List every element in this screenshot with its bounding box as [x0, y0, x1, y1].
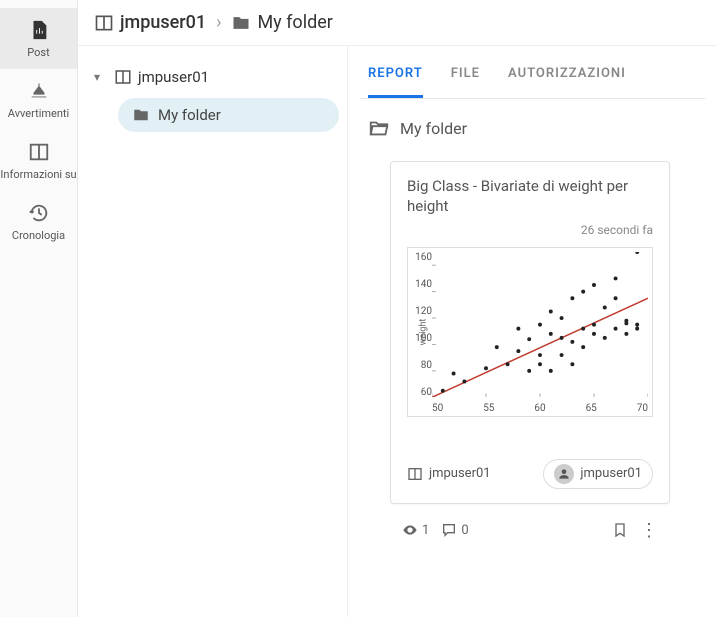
breadcrumb-folder-label: My folder: [257, 12, 332, 33]
chart-svg: [432, 252, 648, 397]
breadcrumb-folder[interactable]: My folder: [231, 12, 332, 33]
rail-label: Avvertimenti: [8, 107, 69, 120]
caret-down-icon: ▾: [94, 70, 108, 84]
card-footer: jmpuser01 jmpuser01: [407, 459, 653, 489]
card-title: Big Class - Bivariate di weight per heig…: [407, 176, 653, 217]
alert-icon: [27, 79, 51, 103]
chart: weight 1601401201008060 5055606570: [407, 247, 653, 417]
right-panel: REPORT FILE AUTORIZZAZIONI My folder Big…: [348, 46, 717, 617]
eye-icon: [402, 522, 418, 538]
chevron-right-icon: ›: [216, 12, 221, 33]
left-rail: Post Avvertimenti Informazioni su Cronol…: [0, 0, 78, 617]
tab-report[interactable]: REPORT: [368, 66, 423, 98]
chart-xticks: 5055606570: [432, 403, 648, 414]
card-chip-label: jmpuser01: [580, 466, 642, 481]
rail-item-info[interactable]: Informazioni su: [0, 130, 77, 191]
rail-label: Informazioni su: [0, 168, 76, 181]
rail-item-post[interactable]: Post: [0, 8, 77, 69]
folder-icon: [132, 106, 150, 124]
report-card[interactable]: Big Class - Bivariate di weight per heig…: [390, 161, 670, 504]
panel-icon: [407, 466, 423, 482]
tree-panel: ▾ jmpuser01 My folder: [78, 46, 348, 617]
folder-heading: My folder: [360, 99, 705, 157]
breadcrumb-root[interactable]: jmpuser01: [94, 12, 206, 33]
views-count: 1: [422, 523, 429, 538]
avatar-icon: [554, 464, 574, 484]
tree-root-label: jmpuser01: [138, 68, 209, 86]
breadcrumb-root-label: jmpuser01: [120, 12, 206, 33]
file-chart-icon: [27, 18, 51, 42]
content: ▾ jmpuser01 My folder REPORT FILE AUTORI…: [78, 46, 717, 617]
card-owner[interactable]: jmpuser01: [407, 466, 491, 482]
tab-authorizations[interactable]: AUTORIZZAZIONI: [508, 66, 626, 98]
comments-count: 0: [461, 523, 468, 538]
tabs: REPORT FILE AUTORIZZAZIONI: [360, 46, 705, 99]
history-icon: [27, 201, 51, 225]
chart-yticks: 1601401201008060: [416, 252, 432, 398]
tab-file[interactable]: FILE: [451, 66, 480, 98]
panel-icon: [114, 68, 132, 86]
card-user-chip[interactable]: jmpuser01: [543, 459, 653, 489]
breadcrumb: jmpuser01 › My folder: [78, 0, 717, 46]
tree-child-folder[interactable]: My folder: [118, 98, 339, 132]
folder-heading-label: My folder: [400, 119, 467, 138]
tree-root[interactable]: ▾ jmpuser01: [86, 62, 339, 92]
rail-item-alerts[interactable]: Avvertimenti: [0, 69, 77, 130]
rail-label: Post: [27, 46, 49, 59]
tree-child-label: My folder: [158, 106, 221, 124]
card-stats-bar: 1 0 ⋮: [390, 512, 670, 549]
card-time: 26 secondi fa: [407, 223, 653, 237]
folder-open-icon: [368, 117, 390, 139]
rail-label: Cronologia: [12, 229, 65, 242]
rail-item-history[interactable]: Cronologia: [0, 191, 77, 252]
views-stat: 1: [402, 522, 429, 538]
more-icon[interactable]: ⋮: [640, 520, 658, 541]
comments-stat: 0: [441, 522, 468, 538]
bookmark-icon[interactable]: [612, 522, 628, 538]
main: jmpuser01 › My folder ▾ jmpuser01 My fol…: [78, 0, 717, 617]
comment-icon: [441, 522, 457, 538]
card-owner-label: jmpuser01: [429, 466, 491, 481]
panel-icon: [94, 13, 114, 33]
panel-icon: [27, 140, 51, 164]
folder-icon: [231, 13, 251, 33]
